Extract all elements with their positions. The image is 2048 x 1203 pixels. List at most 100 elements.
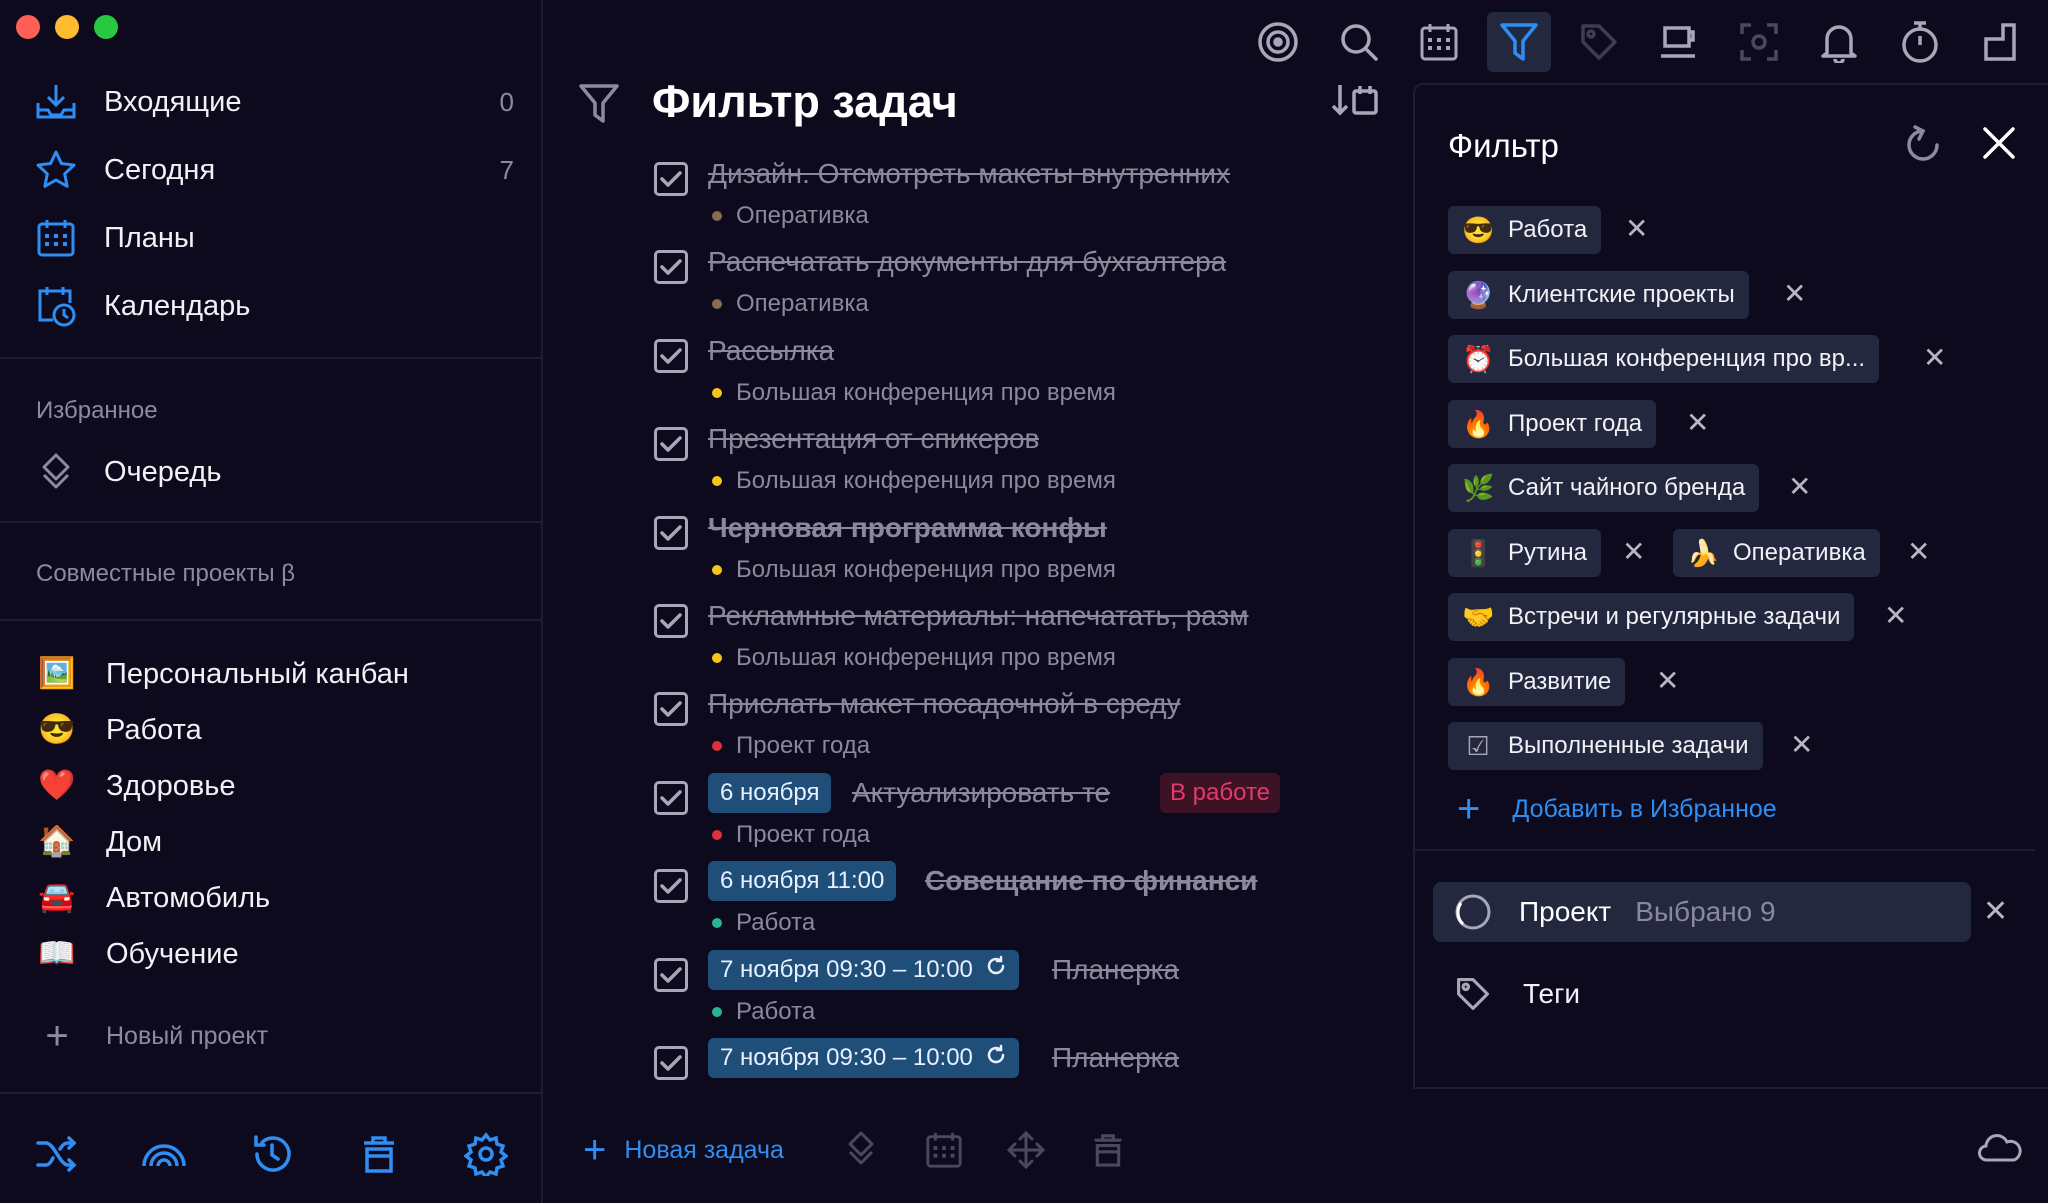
task-checkbox[interactable] <box>654 604 688 638</box>
sidebar-item-inbox[interactable]: Входящие 0 <box>34 74 514 130</box>
task-row[interactable]: Черновая программа конфы Большая конферен… <box>652 512 1392 600</box>
screenshot-icon[interactable] <box>1727 12 1791 72</box>
sidebar-item-queue[interactable]: Очередь <box>34 444 514 500</box>
task-title[interactable]: Планерка <box>1052 1042 1179 1074</box>
filter-chip[interactable]: 🌿 Сайт чайного бренда <box>1448 464 1760 512</box>
project-filter-row[interactable]: Проект Выбрано 9 <box>1433 882 1971 942</box>
task-row[interactable]: 6 ноября 11:00 Совещание по финанси Работа <box>652 861 1392 953</box>
task-title[interactable]: Распечатать документы для бухгалтера <box>708 246 1226 278</box>
sort-icon[interactable] <box>1330 82 1380 123</box>
sidebar-project[interactable]: 📖 Обучение <box>38 931 238 977</box>
remove-chip-icon[interactable]: ✕ <box>1783 280 1806 308</box>
task-checkbox[interactable] <box>654 515 688 550</box>
calendar-icon[interactable] <box>1407 12 1471 72</box>
task-checkbox[interactable] <box>654 869 688 904</box>
sidebar-project[interactable]: 🏠 Дом <box>38 819 162 865</box>
task-title[interactable]: Рассылка <box>708 335 834 367</box>
date-badge[interactable]: 7 ноября 09:30 – 10:00 <box>708 949 1019 990</box>
focus-icon[interactable] <box>1246 12 1310 72</box>
cloud-sync-icon[interactable] <box>1978 1130 2022 1169</box>
filter-chip[interactable]: ⏰ Большая конференция про вр... <box>1448 335 1880 383</box>
task-title[interactable]: Планерка <box>1052 954 1179 986</box>
task-row[interactable]: Рекламные материалы: напечатать, разм Бол… <box>652 600 1392 688</box>
shuffle-icon[interactable] <box>33 1130 81 1178</box>
remove-chip-icon[interactable]: ✕ <box>1656 667 1679 695</box>
task-checkbox[interactable] <box>654 692 688 727</box>
task-row[interactable]: 7 ноября 09:30 – 10:00 Планерка Работа <box>652 949 1392 1042</box>
filter-chip[interactable]: 🔥 Развитие <box>1448 658 1626 706</box>
clear-project-icon[interactable]: ✕ <box>1983 894 2008 929</box>
trash-icon[interactable] <box>1086 1128 1130 1172</box>
filter-chip[interactable]: 🚦 Рутина <box>1448 529 1602 577</box>
close-window-button[interactable] <box>16 15 40 39</box>
remove-chip-icon[interactable]: ✕ <box>1622 538 1645 566</box>
split-view-icon[interactable] <box>1968 12 2032 72</box>
task-title[interactable]: Актуализировать те <box>852 777 1122 809</box>
task-row[interactable]: Прислать макет посадочной в среду Проект … <box>652 688 1392 776</box>
coffee-icon[interactable] <box>1647 12 1711 72</box>
filter-chip[interactable]: 🍌 Оперативка <box>1673 529 1880 577</box>
task-checkbox[interactable] <box>654 1046 688 1080</box>
remove-chip-icon[interactable]: ✕ <box>1686 409 1709 437</box>
date-badge[interactable]: 6 ноября <box>708 772 832 813</box>
new-project-button[interactable]: + Новый проект <box>38 1016 268 1056</box>
task-title[interactable]: Черновая программа конфы <box>708 512 1107 544</box>
task-row[interactable]: Презентация от спикеров Большая конференц… <box>652 423 1392 511</box>
task-checkbox[interactable] <box>654 162 688 196</box>
task-row[interactable]: 6 ноября Актуализировать те В работе Проект… <box>652 772 1392 865</box>
remove-chip-icon[interactable]: ✕ <box>1790 731 1813 759</box>
task-checkbox[interactable] <box>654 338 688 373</box>
tag-icon[interactable] <box>1567 12 1631 72</box>
task-checkbox[interactable] <box>654 427 688 462</box>
sidebar-project[interactable]: 😎 Работа <box>38 707 201 753</box>
remove-chip-icon[interactable]: ✕ <box>1884 602 1907 630</box>
history-icon[interactable] <box>248 1130 296 1178</box>
task-title[interactable]: Презентация от спикеров <box>708 423 1039 455</box>
trash-icon[interactable] <box>355 1130 403 1178</box>
task-checkbox[interactable] <box>654 250 688 285</box>
remove-chip-icon[interactable]: ✕ <box>1907 538 1930 566</box>
task-row[interactable]: Распечатать документы для бухгалтера Опер… <box>652 246 1392 334</box>
filter-chip[interactable]: 🔥 Проект года <box>1448 400 1657 448</box>
task-checkbox[interactable] <box>654 957 688 992</box>
sidebar-project[interactable]: 🖼️ Персональный канбан <box>38 651 409 697</box>
sidebar-item-today[interactable]: Сегодня 7 <box>34 142 514 198</box>
gear-icon[interactable] <box>462 1130 510 1178</box>
sidebar-item-plans[interactable]: Планы <box>34 210 514 266</box>
tags-filter-row[interactable]: Теги <box>1455 976 1580 1012</box>
sidebar-project[interactable]: 🚘 Автомобиль <box>38 875 270 921</box>
reset-icon[interactable] <box>1901 123 1945 172</box>
remove-chip-icon[interactable]: ✕ <box>1788 473 1811 501</box>
task-title[interactable]: Прислать макет посадочной в среду <box>708 688 1181 720</box>
bell-icon[interactable] <box>1807 12 1871 72</box>
date-badge[interactable]: 6 ноября 11:00 <box>708 861 897 902</box>
remove-chip-icon[interactable]: ✕ <box>1923 344 1946 372</box>
move-icon[interactable] <box>1004 1128 1048 1172</box>
sidebar-item-calendar[interactable]: Календарь <box>34 278 514 334</box>
remove-chip-icon[interactable]: ✕ <box>1625 215 1648 243</box>
task-row[interactable]: 7 ноября 09:30 – 10:00 Планерка <box>652 1038 1392 1130</box>
add-favorite-button[interactable]: + Добавить в Избранное <box>1457 789 1777 829</box>
timer-icon[interactable] <box>1888 12 1952 72</box>
task-title[interactable]: Дизайн. Отсмотреть макеты внутренних <box>708 158 1263 190</box>
task-row[interactable]: Рассылка Большая конференция про время <box>652 335 1392 423</box>
task-title[interactable]: Совещание по финанси <box>925 865 1270 897</box>
filter-icon[interactable] <box>1487 12 1551 72</box>
date-badge[interactable]: 7 ноября 09:30 – 10:00 <box>708 1038 1019 1078</box>
rainbow-icon[interactable] <box>140 1130 188 1178</box>
search-icon[interactable] <box>1327 12 1391 72</box>
task-title[interactable]: Рекламные материалы: напечатать, разм <box>708 600 1263 632</box>
minimize-window-button[interactable] <box>55 15 79 39</box>
close-icon[interactable] <box>1981 125 2017 166</box>
filter-chip[interactable]: ☑ Выполненные задачи <box>1448 722 1763 770</box>
task-checkbox[interactable] <box>654 780 688 815</box>
task-row[interactable]: Дизайн. Отсмотреть макеты внутренних Опер… <box>652 158 1392 246</box>
calendar-icon[interactable] <box>922 1128 966 1172</box>
filter-chip[interactable]: 😎 Работа <box>1448 206 1602 254</box>
stack-icon[interactable] <box>839 1128 883 1172</box>
zoom-window-button[interactable] <box>94 15 118 39</box>
filter-chip[interactable]: 🔮 Клиентские проекты <box>1448 271 1749 319</box>
new-task-button[interactable]: + Новая задача <box>583 1130 784 1170</box>
sidebar-project[interactable]: ❤️ Здоровье <box>38 763 235 809</box>
filter-chip[interactable]: 🤝 Встречи и регулярные задачи <box>1448 593 1855 641</box>
